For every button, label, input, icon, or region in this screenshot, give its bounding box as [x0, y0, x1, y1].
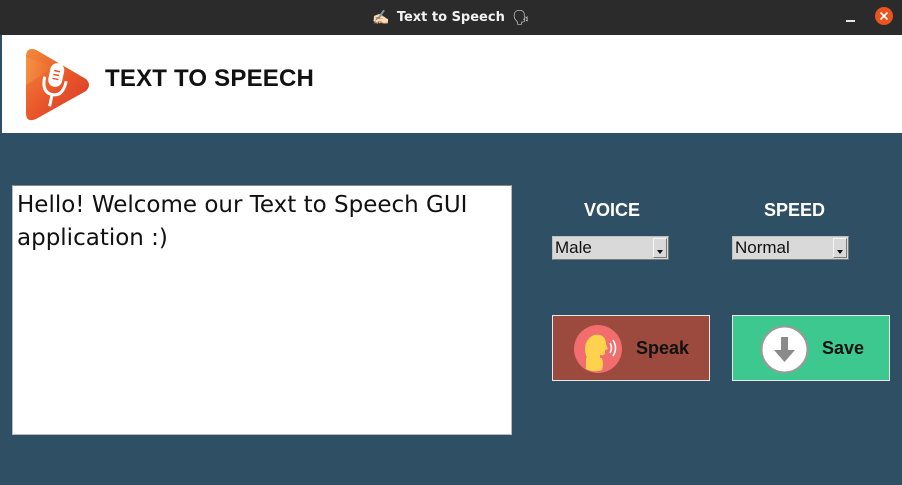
speed-select[interactable]: Normal [732, 236, 849, 260]
speak-button[interactable]: Speak [552, 315, 710, 381]
speaking-head-icon [574, 325, 622, 373]
speak-button-label: Speak [636, 338, 690, 358]
writing-hand-icon: ✍🏻 [372, 9, 390, 26]
app-header: TEXT TO SPEECH [2, 35, 902, 133]
chevron-down-icon[interactable] [653, 238, 667, 258]
chevron-down-icon[interactable] [833, 238, 847, 258]
save-button-label: Save [822, 338, 865, 358]
save-button[interactable]: Save [732, 315, 890, 381]
window-title-text: Text to Speech [396, 10, 505, 25]
minimize-button[interactable] [843, 10, 859, 26]
text-input[interactable]: Hello! Welcome our Text to Speech GUI ap… [12, 185, 512, 435]
speed-label: SPEED [764, 200, 826, 220]
microphone-play-logo [26, 49, 89, 121]
close-icon [880, 12, 888, 20]
download-arrow-icon [760, 325, 809, 374]
window-title: ✍🏻 Text to Speech 🗣 [0, 0, 902, 35]
voice-select[interactable]: Male [552, 236, 669, 260]
voice-select-value: Male [555, 238, 592, 257]
close-button[interactable] [875, 7, 893, 25]
speaking-head-icon: 🗣 [511, 9, 530, 26]
window-titlebar: ✍🏻 Text to Speech 🗣 [0, 0, 902, 35]
voice-label: VOICE [584, 200, 641, 220]
speed-select-value: Normal [735, 238, 790, 257]
app-title: TEXT TO SPEECH [105, 65, 315, 92]
